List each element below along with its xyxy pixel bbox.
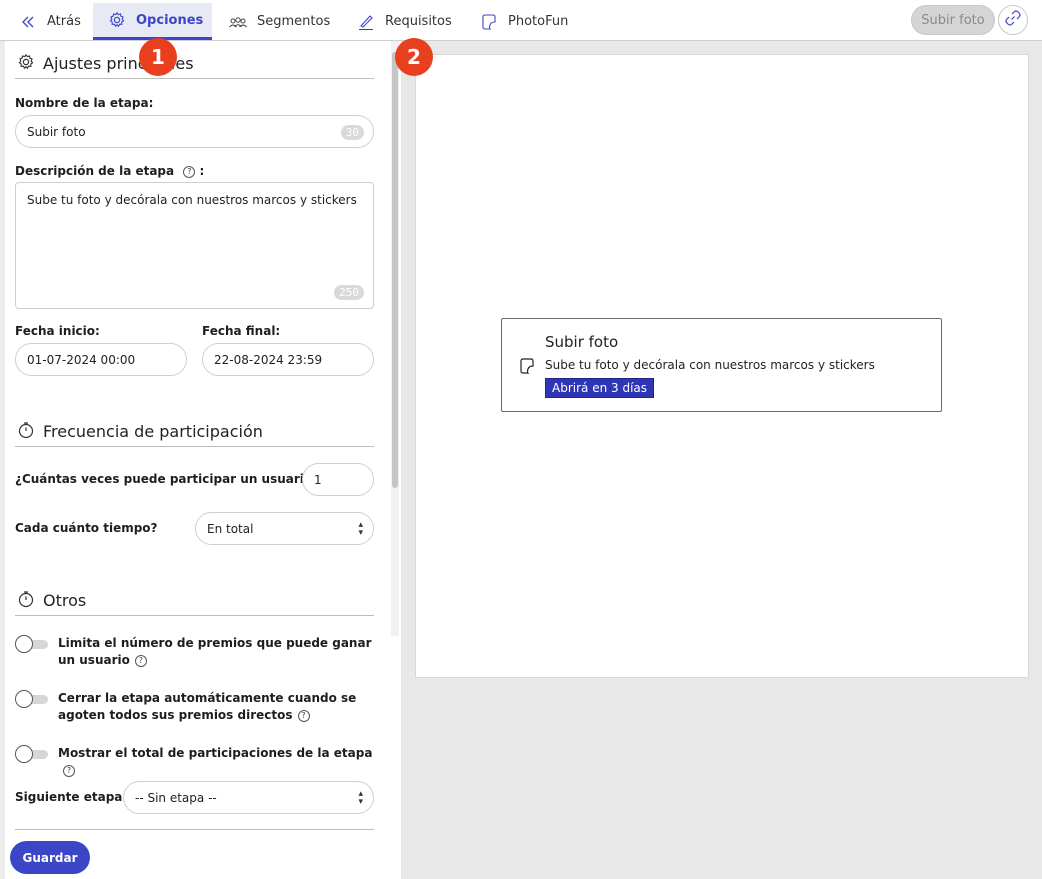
gear-icon (17, 53, 35, 75)
fecha-inicio-label: Fecha inicio: (15, 324, 100, 338)
stage-preview-card[interactable]: Subir foto Sube tu foto y decórala con n… (501, 318, 942, 412)
nombre-label: Nombre de la etapa: (15, 96, 154, 110)
descripcion-label-text: Descripción de la etapa (15, 164, 175, 178)
toggle1-text: Limita el número de premios que puede ga… (58, 636, 372, 667)
descripcion-label: Descripción de la etapa ? : (15, 164, 204, 178)
stopwatch-icon (17, 421, 35, 443)
siguiente-etapa-value: -- Sin etapa -- (135, 790, 217, 805)
gear-icon (107, 10, 127, 30)
fecha-inicio-value: 01-07-2024 00:00 (27, 352, 136, 367)
siguiente-etapa-select[interactable]: -- Sin etapa -- ▴ ▾ (123, 781, 374, 814)
toggle-limita-premios-label: Limita el número de premios que puede ga… (58, 635, 376, 669)
help-icon[interactable]: ? (63, 764, 75, 777)
step-marker-2: 2 (395, 38, 433, 76)
toggle-cerrar-etapa-label: Cerrar la etapa automáticamente cuando s… (58, 690, 376, 724)
stopwatch-icon (17, 590, 35, 612)
help-icon[interactable]: ? (183, 165, 196, 178)
tab-opciones[interactable]: Opciones (93, 3, 212, 40)
guardar-button[interactable]: Guardar (10, 841, 90, 874)
toggle-mostrar-total-label: Mostrar el total de participaciones de l… (58, 745, 376, 779)
toggle3-text: Mostrar el total de participaciones de l… (58, 746, 373, 760)
toggle-cerrar-etapa[interactable] (15, 690, 49, 708)
preview-description: Sube tu foto y decórala con nuestros mar… (545, 358, 875, 372)
veces-label: ¿Cuántas veces puede participar un usuar… (15, 472, 320, 486)
cada-value: En total (207, 521, 254, 536)
descripcion-value: Sube tu foto y decórala con nuestros mar… (27, 193, 357, 207)
section-title-text: Frecuencia de participación (43, 422, 263, 441)
section-frecuencia: Frecuencia de participación (15, 417, 374, 447)
link-button[interactable] (998, 5, 1028, 35)
toggle-mostrar-total[interactable] (15, 745, 49, 763)
veces-value: 1 (314, 472, 322, 487)
signature-pen-icon (356, 12, 376, 32)
help-icon[interactable]: ? (134, 654, 147, 667)
divider (15, 829, 374, 830)
link-icon (1004, 9, 1022, 31)
tab-photofun[interactable]: PhotoFun (479, 3, 579, 40)
fecha-inicio-input[interactable]: 01-07-2024 00:00 (15, 343, 187, 376)
fecha-final-input[interactable]: 22-08-2024 23:59 (202, 343, 374, 376)
help-icon[interactable]: ? (297, 709, 310, 722)
preview-title: Subir foto (545, 333, 619, 351)
tab-photofun-label: PhotoFun (508, 14, 569, 29)
siguiente-etapa-label: Siguiente etapa: (15, 790, 128, 804)
tab-segmentos-label: Segmentos (257, 14, 331, 29)
cada-select[interactable]: En total ▴ ▾ (195, 512, 374, 545)
section-ajustes-principales: Ajustes principales (15, 49, 374, 79)
back-label: Atrás (47, 14, 81, 29)
descripcion-label-suffix: : (199, 164, 205, 178)
users-group-icon (228, 12, 248, 32)
nombre-counter: 30 (340, 125, 364, 140)
tab-requisitos-label: Requisitos (385, 14, 452, 29)
opening-badge: Abrirá en 3 días (545, 378, 655, 398)
select-arrows-icon: ▴ ▾ (358, 788, 363, 807)
scrollbar-thumb[interactable] (392, 52, 398, 488)
fecha-final-label: Fecha final: (202, 324, 281, 338)
veces-input[interactable]: 1 (302, 463, 374, 496)
descripcion-counter: 250 (334, 285, 364, 300)
fecha-final-value: 22-08-2024 23:59 (214, 352, 323, 367)
sticker-icon (518, 357, 536, 379)
section-title-text: Otros (43, 591, 87, 610)
back-button[interactable]: Atrás (8, 3, 92, 40)
toggle-limita-premios[interactable] (15, 635, 49, 653)
section-otros: Otros (15, 586, 374, 616)
descripcion-textarea[interactable]: Sube tu foto y decórala con nuestros mar… (15, 182, 374, 309)
step-marker-1: 1 (139, 38, 177, 76)
nombre-input[interactable]: Subir foto 30 (15, 115, 374, 148)
tab-requisitos[interactable]: Requisitos (356, 3, 461, 40)
toggle2-text: Cerrar la etapa automáticamente cuando s… (58, 691, 357, 722)
sticker-icon (479, 12, 499, 32)
tab-segmentos[interactable]: Segmentos (228, 3, 338, 40)
cada-label: Cada cuánto tiempo? (15, 521, 158, 535)
nombre-value: Subir foto (27, 124, 86, 139)
select-arrows-icon: ▴ ▾ (358, 519, 363, 538)
top-navigation: Atrás Opciones Segmentos Requisitos Phot… (0, 0, 1042, 41)
subir-foto-button[interactable]: Subir foto (911, 5, 995, 35)
tab-opciones-label: Opciones (136, 12, 204, 28)
double-chevron-left-icon (18, 12, 38, 32)
